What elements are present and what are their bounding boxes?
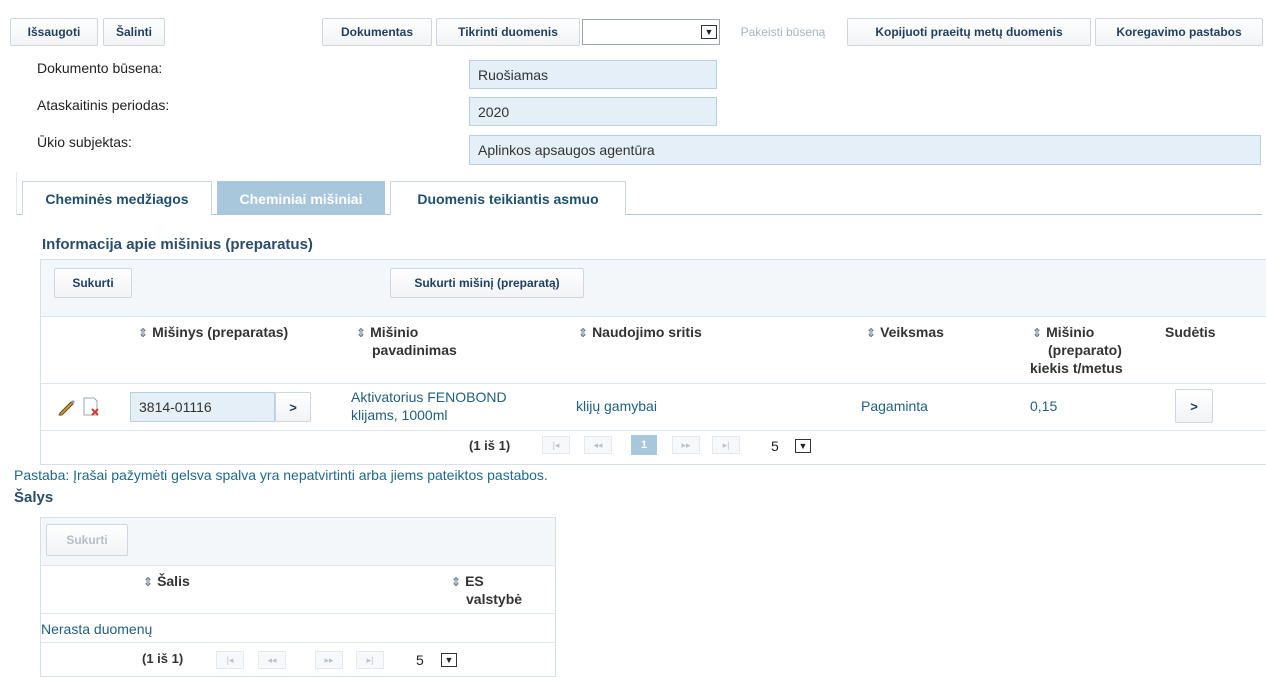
delete-icon[interactable]	[81, 396, 101, 418]
pager-last-button[interactable]: ▸|	[712, 436, 740, 454]
col-mixture-name[interactable]: ⇕ Mišinio	[356, 324, 418, 341]
sort-icon: ⇕	[866, 326, 877, 340]
countries-pager-info: (1 iš 1)	[142, 651, 184, 666]
pager-next-button[interactable]: ▸▸	[672, 436, 700, 454]
countries-pager-last[interactable]: ▸|	[356, 651, 384, 669]
pager-info: (1 iš 1)	[469, 438, 511, 453]
countries-section-title: Šalys	[14, 489, 54, 506]
mixtures-section-title: Informacija apie mišinius (preparatus)	[42, 236, 313, 253]
tab-chemical-mixtures[interactable]: Cheminiai mišiniai	[217, 181, 385, 215]
chevron-down-icon: ▼	[441, 653, 457, 667]
countries-page-size-value: 5	[416, 652, 424, 668]
col-usage[interactable]: ⇕ Naudojimo sritis	[578, 324, 702, 341]
sort-icon: ⇕	[1032, 326, 1043, 340]
col-quantity-line3: kiekis t/metus	[1030, 360, 1123, 376]
pager-prev-button[interactable]: ◂◂	[584, 436, 612, 454]
status-select[interactable]: ▼	[582, 19, 720, 45]
mixture-name-line2: klijams, 1000ml	[351, 407, 448, 423]
pager-page-1[interactable]: 1	[631, 435, 657, 455]
col-quantity[interactable]: ⇕ Mišinio	[1032, 324, 1094, 341]
page-size-select[interactable]: ▼	[793, 437, 813, 455]
countries-page-size-select[interactable]: ▼	[439, 651, 459, 669]
chevron-down-icon: ▼	[795, 439, 811, 453]
quantity-cell: 0,15	[1030, 398, 1058, 414]
composition-open-button[interactable]: >	[1175, 389, 1213, 423]
usage-cell: klijų gamybai	[576, 398, 657, 414]
col-quantity-line2: (preparato)	[1048, 342, 1122, 358]
period-field: 2020	[469, 97, 717, 126]
action-cell: Pagaminta	[861, 398, 928, 414]
create-button[interactable]: Sukurti	[54, 268, 132, 298]
tab-data-provider[interactable]: Duomenis teikiantis asmuo	[390, 181, 626, 215]
create-mixture-button[interactable]: Sukurti mišinį (preparatą)	[390, 268, 584, 298]
period-label: Ataskaitinis periodas:	[37, 97, 170, 113]
copy-prev-year-button[interactable]: Kopijuoti praeitų metų duomenis	[847, 18, 1091, 46]
countries-create-button: Sukurti	[46, 524, 128, 556]
col-es-state-line2: valstybė	[466, 591, 523, 607]
header-divider	[41, 383, 1266, 384]
edit-icon[interactable]	[57, 398, 77, 416]
empty-message: Nerasta duomenų	[41, 621, 153, 637]
col-action[interactable]: ⇕ Veiksmas	[866, 324, 944, 341]
document-button[interactable]: Dokumentas	[322, 18, 432, 46]
mixture-open-button[interactable]: >	[275, 392, 311, 422]
mixture-name: Aktivatorius FENOBOND	[351, 389, 507, 405]
col-composition: Sudėtis	[1165, 324, 1216, 340]
tabs-left-border	[16, 172, 17, 215]
row-divider	[41, 430, 1266, 431]
pager-first-button[interactable]: |◂	[542, 436, 570, 454]
countries-pager-first[interactable]: |◂	[216, 651, 244, 669]
save-button[interactable]: Išsaugoti	[10, 18, 98, 46]
countries-pager-prev[interactable]: ◂◂	[258, 651, 286, 669]
entity-field: Aplinkos apsaugos agentūra	[469, 135, 1261, 165]
entity-label: Ūkio subjektas:	[37, 134, 132, 150]
tab-chemical-substances[interactable]: Cheminės medžiagos	[22, 181, 212, 215]
correction-notes-button[interactable]: Koregavimo pastabos	[1095, 18, 1263, 46]
countries-row-divider	[41, 642, 555, 643]
delete-button[interactable]: Šalinti	[103, 18, 165, 46]
mixtures-toolbar	[41, 260, 1266, 317]
status-field: Ruošiamas	[469, 60, 717, 89]
col-country[interactable]: ⇕ Šalis	[143, 573, 190, 590]
col-es-state[interactable]: ⇕ ES	[451, 573, 484, 590]
change-status-button: Pakeisti būseną	[740, 25, 826, 39]
sort-icon: ⇕	[578, 326, 589, 340]
col-mixture-name-line2: pavadinimas	[372, 342, 457, 358]
chevron-down-icon: ▼	[701, 25, 717, 39]
page-size-value: 5	[771, 438, 779, 454]
countries-header-divider	[41, 613, 555, 614]
sort-icon: ⇕	[138, 326, 149, 340]
note-text: Pastaba: Įrašai pažymėti gelsva spalva y…	[14, 467, 548, 483]
sort-icon: ⇕	[451, 575, 462, 589]
sort-icon: ⇕	[143, 575, 154, 589]
sort-icon: ⇕	[356, 326, 367, 340]
col-mixture[interactable]: ⇕ Mišinys (preparatas)	[138, 324, 288, 341]
countries-pager-next[interactable]: ▸▸	[315, 651, 343, 669]
check-data-button[interactable]: Tikrinti duomenis	[436, 18, 580, 46]
mixture-code-field[interactable]: 3814-01116	[130, 392, 275, 422]
status-label: Dokumento būsena:	[37, 60, 163, 76]
